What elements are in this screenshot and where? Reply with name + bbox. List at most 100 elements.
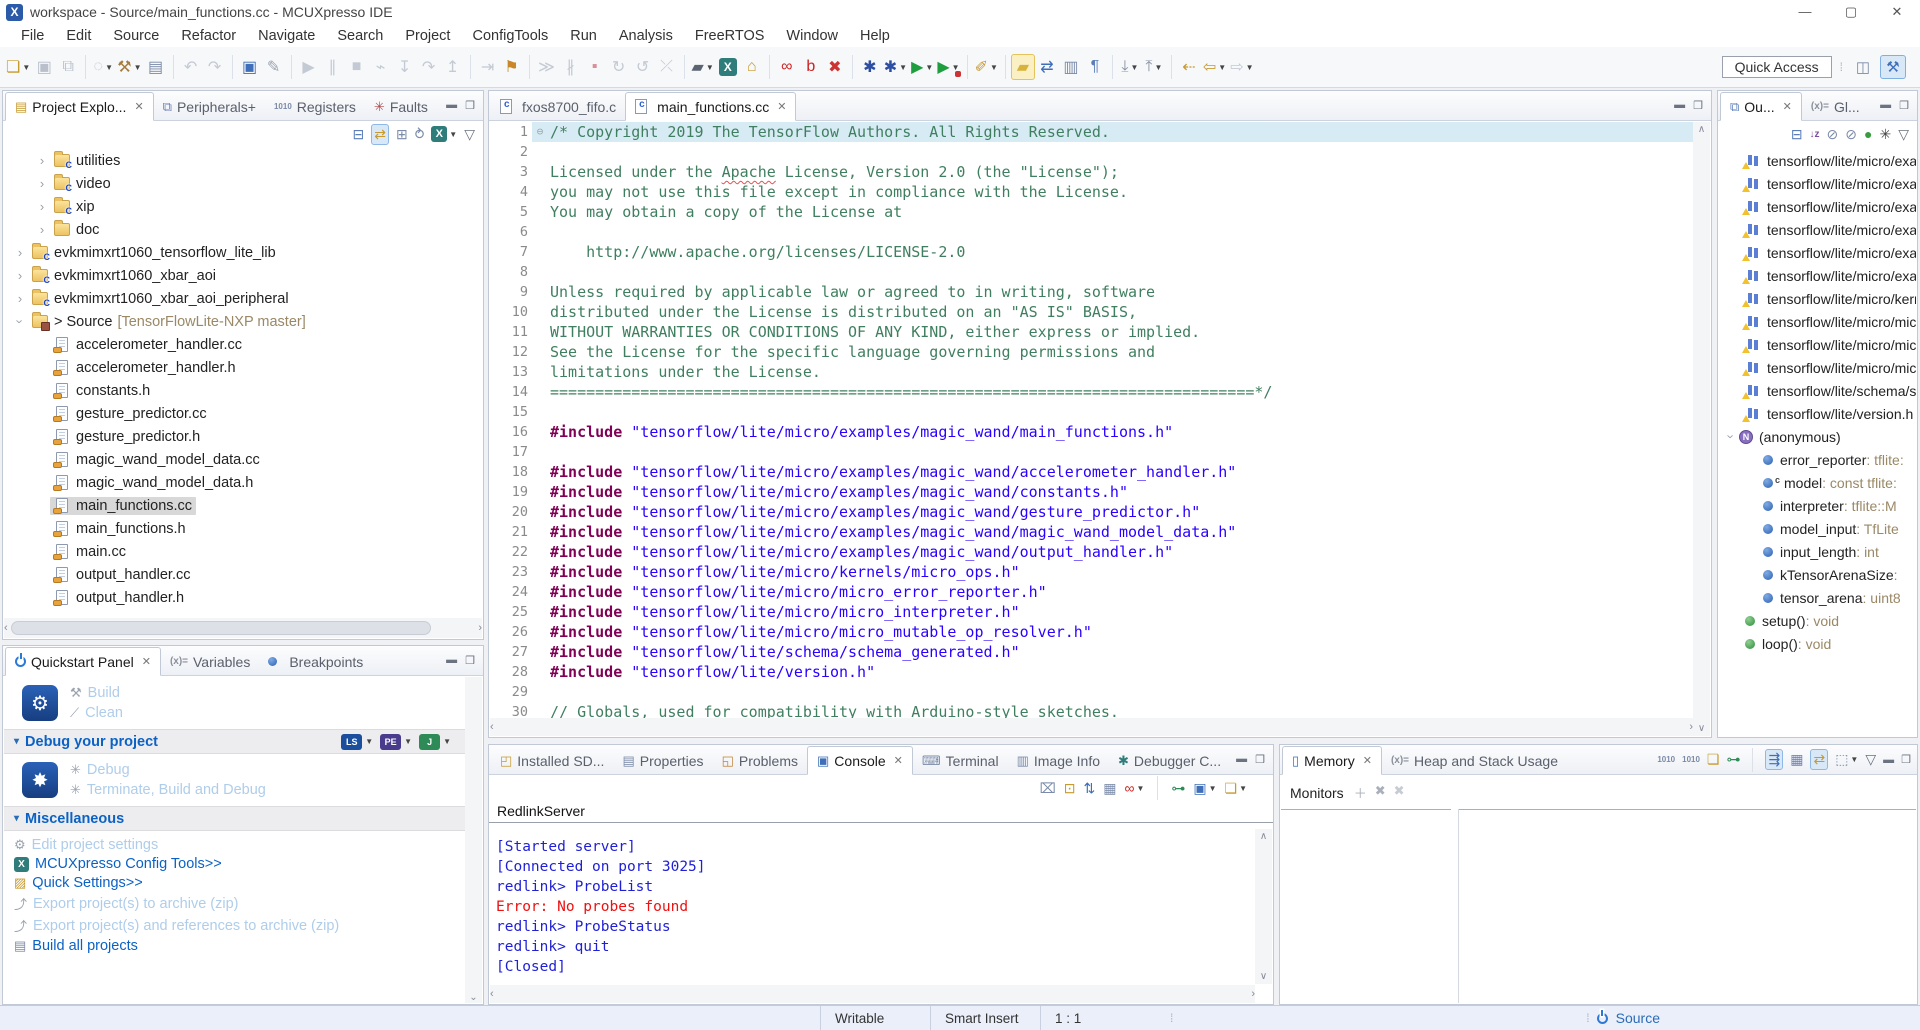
probe-button-ls[interactable]: LS: [341, 734, 362, 750]
resume-all-icon[interactable]: ≫: [535, 54, 559, 80]
show-stdout-icon[interactable]: ▦: [1103, 780, 1116, 797]
table-view-icon[interactable]: ▦: [1790, 751, 1803, 768]
panel-minimize-icon[interactable]: ▬: [446, 654, 457, 667]
pin-console-icon[interactable]: ⊶: [1171, 780, 1185, 797]
console-output[interactable]: [Started server][Connected on port 3025]…: [490, 833, 1255, 984]
code-editor[interactable]: 1⊖/* Copyright 2019 The TensorFlow Autho…: [490, 122, 1693, 718]
memory-tab-memory[interactable]: ▯Memory✕: [1282, 746, 1382, 775]
outline-include[interactable]: tensorflow/lite/micro/micro_mutable_op_r…: [1719, 356, 1916, 379]
show-annotation-icon[interactable]: ▥: [1059, 54, 1083, 80]
outline-member-tensor-arena[interactable]: tensor_arena : uint8: [1719, 586, 1916, 609]
outline-member-kTensorArenaSize[interactable]: kTensorArenaSize :: [1719, 563, 1916, 586]
editor-line[interactable]: 20#include "tensorflow/lite/micro/exampl…: [490, 502, 1693, 522]
debug-dd-icon[interactable]: ✱▼: [882, 54, 909, 80]
save-all-icon[interactable]: ⧉: [56, 54, 80, 80]
probe-dropdown-icon[interactable]: ▼: [443, 737, 451, 746]
outline-include[interactable]: tensorflow/lite/micro/micro_interpreter.…: [1719, 333, 1916, 356]
editor-line[interactable]: 24#include "tensorflow/lite/micro/micro_…: [490, 582, 1693, 602]
outline-namespace[interactable]: ›N(anonymous): [1719, 425, 1916, 448]
connect-icon[interactable]: ⌁: [369, 54, 393, 80]
editor-line[interactable]: 15: [490, 402, 1693, 422]
profile-icon[interactable]: ⚑: [500, 54, 524, 80]
close-tab-icon[interactable]: ✕: [894, 754, 903, 767]
editor-line[interactable]: 8: [490, 262, 1693, 282]
undo-icon[interactable]: ↶: [179, 54, 203, 80]
panel-minimize-icon[interactable]: ▬: [1880, 99, 1891, 112]
editor-line[interactable]: 2: [490, 142, 1693, 162]
tree-item-xip[interactable]: ›xip: [4, 195, 482, 218]
misc-mcuxpresso-config-tools-[interactable]: XMCUXpresso Config Tools>>: [14, 856, 465, 872]
run-to-line-icon[interactable]: ⇥: [476, 54, 500, 80]
console-tab-console[interactable]: ▣Console✕: [807, 746, 913, 775]
panel-maximize-icon[interactable]: ❒: [1899, 99, 1909, 112]
panel-maximize-icon[interactable]: ❒: [465, 99, 475, 112]
quick-access-button[interactable]: Quick Access: [1722, 56, 1832, 78]
editor-tab-main-functions-cc[interactable]: main_functions.cc✕: [625, 92, 796, 121]
tree-item-output-handler-h[interactable]: output_handler.h: [4, 586, 482, 609]
open-perspective-icon[interactable]: ◫: [1850, 55, 1876, 79]
menu-refactor[interactable]: Refactor: [170, 26, 247, 46]
run-locked-icon[interactable]: ▶▼: [935, 54, 961, 80]
link-editor-icon[interactable]: ⇄: [1035, 54, 1059, 80]
mem-view-menu-icon[interactable]: ▽: [1865, 751, 1876, 768]
home-icon[interactable]: ⌂: [740, 54, 764, 80]
tree-chevron-icon[interactable]: ›: [13, 314, 28, 330]
editor-line[interactable]: 12See the License for the specific langu…: [490, 342, 1693, 362]
redo-icon[interactable]: ↷: [203, 54, 227, 80]
mark-occurrences-icon[interactable]: ▰: [1011, 54, 1035, 80]
save-icon[interactable]: ▣: [32, 54, 56, 80]
quickstart-tab-variables[interactable]: (x)=Variables: [161, 648, 259, 675]
editor-vscrollbar[interactable]: ∧∨: [1693, 122, 1710, 736]
outline-include[interactable]: tensorflow/lite/micro/examples/magic_wan…: [1719, 195, 1916, 218]
new-rendering-icon[interactable]: 1010: [1657, 755, 1675, 764]
explorer-tab-faults[interactable]: ✳Faults: [365, 93, 437, 120]
close-tab-icon[interactable]: ✕: [777, 100, 786, 113]
terminate-all-icon[interactable]: ▪: [583, 54, 607, 80]
ol-collapse-all-icon[interactable]: ⊟: [1791, 126, 1803, 143]
grid-icon[interactable]: ⊞: [396, 126, 408, 143]
debug-icon[interactable]: ✱: [858, 54, 882, 80]
show-whitespace-icon[interactable]: ¶: [1083, 54, 1107, 80]
editor-line[interactable]: 30// Globals, used for compatibility wit…: [490, 702, 1693, 718]
outline-member-error-reporter[interactable]: error_reporter : tflite:: [1719, 448, 1916, 471]
ol-hide-static-icon[interactable]: ⊘: [1845, 126, 1857, 143]
ol-hide-nonpublic-icon[interactable]: ●: [1864, 126, 1872, 142]
switch-layout-icon[interactable]: ⇄: [1810, 749, 1828, 770]
outline-function-loop[interactable]: loop() : void: [1719, 632, 1916, 655]
close-button[interactable]: ✕: [1874, 0, 1920, 24]
develop-perspective-icon[interactable]: ⚒: [1880, 55, 1906, 79]
skip-breakpoints-icon[interactable]: ◌▼: [91, 54, 115, 80]
project-tree[interactable]: ›utilities›video›xip›doc›evkmimxrt1060_t…: [4, 149, 482, 617]
ol-sort-icon[interactable]: ↓z: [1810, 129, 1820, 140]
tree-item-gesture-predictor-cc[interactable]: gesture_predictor.cc: [4, 402, 482, 425]
probe-dropdown-icon[interactable]: ▼: [404, 737, 412, 746]
editor-line[interactable]: 6: [490, 222, 1693, 242]
maximize-button[interactable]: ▢: [1828, 0, 1874, 24]
add-monitor-icon[interactable]: ❏: [1707, 751, 1720, 768]
tree-chevron-icon[interactable]: ›: [34, 222, 50, 237]
panel-maximize-icon[interactable]: ❒: [1901, 753, 1911, 766]
editor-line[interactable]: 29: [490, 682, 1693, 702]
project-tree-hscrollbar[interactable]: ‹›: [4, 618, 482, 638]
close-tab-icon[interactable]: ✕: [142, 655, 151, 668]
tree-item-evkmimxrt1060-tensorflow-lite-lib[interactable]: ›evkmimxrt1060_tensorflow_lite_lib: [4, 241, 482, 264]
editor-line[interactable]: 28#include "tensorflow/lite/version.h": [490, 662, 1693, 682]
build-tile-icon[interactable]: ⚙: [22, 685, 58, 721]
explorer-tab-registers[interactable]: 1010Registers: [265, 93, 365, 120]
resume-icon[interactable]: ▶: [297, 54, 321, 80]
editor-line[interactable]: 13limitations under the License.: [490, 362, 1693, 382]
editor-line[interactable]: 9Unless required by applicable law or ag…: [490, 282, 1693, 302]
tree-item-constants-h[interactable]: constants.h: [4, 379, 482, 402]
suspend-all-icon[interactable]: ∦: [559, 54, 583, 80]
editor-line[interactable]: 1⊖/* Copyright 2019 The TensorFlow Autho…: [490, 122, 1693, 142]
tree-item-doc[interactable]: ›doc: [4, 218, 482, 241]
explorer-tab-peripherals-[interactable]: ⧉Peripherals+: [154, 93, 265, 120]
editor-line[interactable]: 25#include "tensorflow/lite/micro/micro_…: [490, 602, 1693, 622]
menu-source[interactable]: Source: [102, 26, 170, 46]
outline-tab-ou-[interactable]: ⧉Ou...✕: [1720, 92, 1802, 121]
outline-include[interactable]: tensorflow/lite/micro/examples/magic_wan…: [1719, 149, 1916, 172]
ide-icon[interactable]: X: [716, 54, 740, 80]
tree-item-utilities[interactable]: ›utilities: [4, 149, 482, 172]
console-tab-problems[interactable]: ◱Problems: [713, 747, 807, 774]
tree-item-evkmimxrt1060-xbar-aoi[interactable]: ›evkmimxrt1060_xbar_aoi: [4, 264, 482, 287]
